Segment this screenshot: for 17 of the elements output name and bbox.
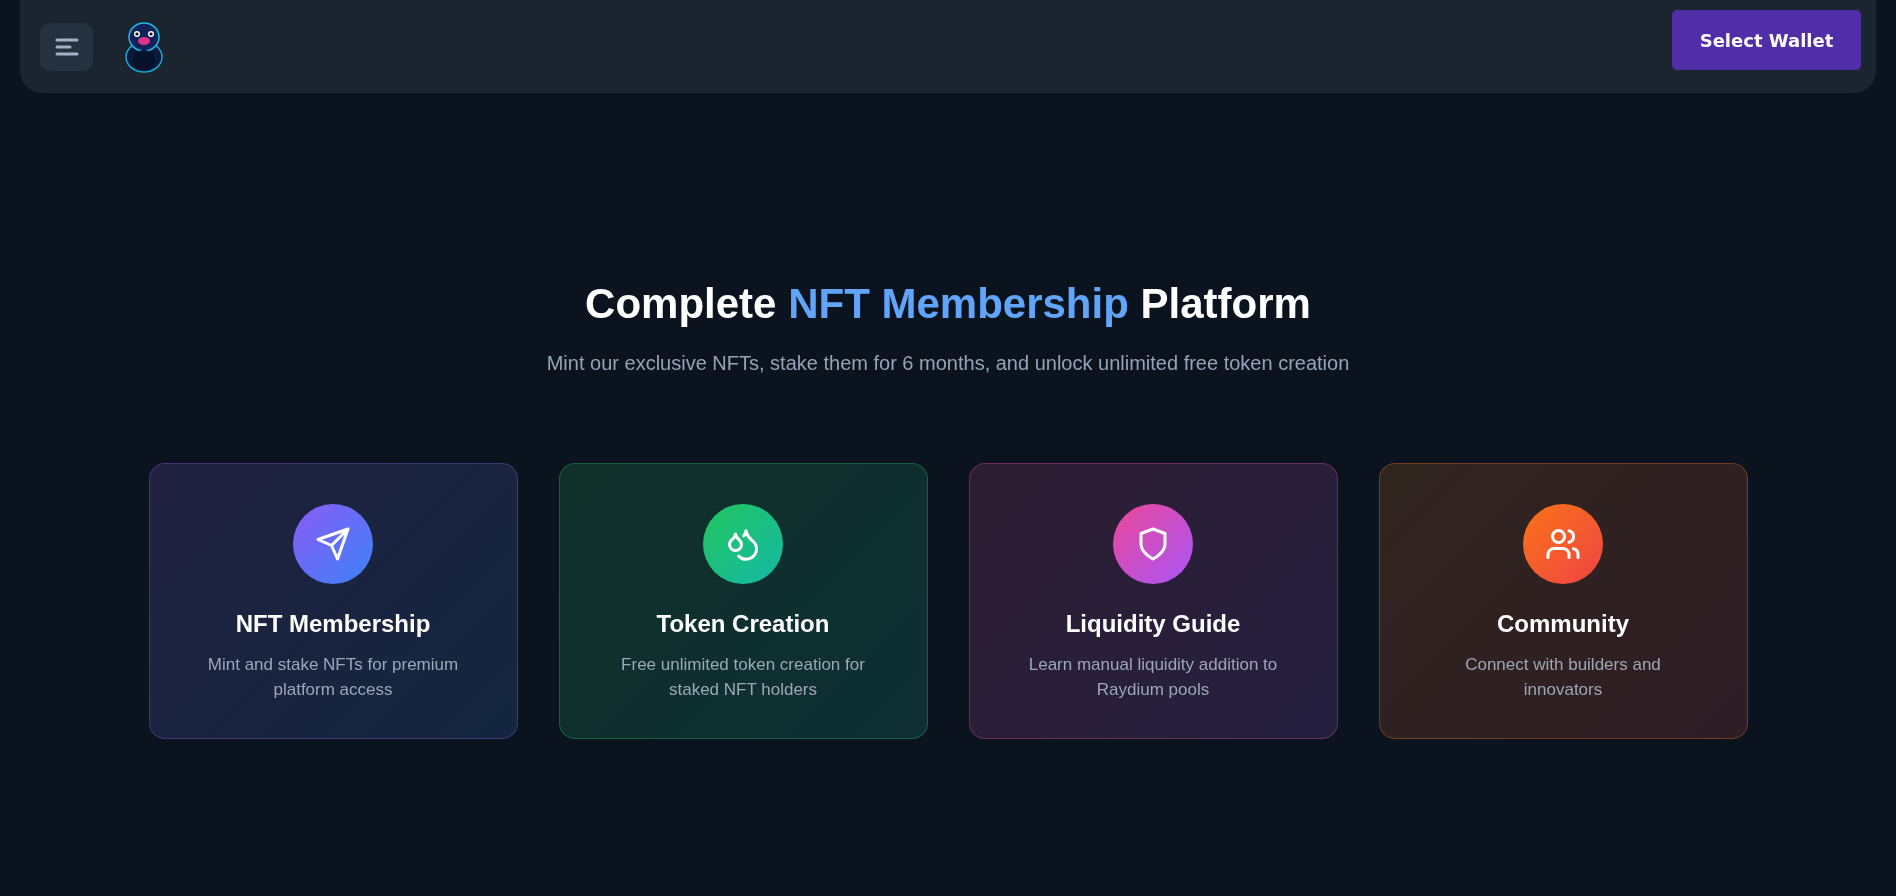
card-title: Community [1497, 610, 1629, 638]
menu-icon [54, 37, 79, 56]
select-wallet-button[interactable]: Select Wallet [1672, 10, 1861, 70]
hero-subtitle: Mint our exclusive NFTs, stake them for 6 months, and unlock unlimited free token creation [546, 352, 1350, 375]
card-title: Liquidity Guide [1065, 610, 1241, 638]
card-description: Learn manual liquidity addition to Raydium pools [1027, 654, 1279, 701]
menu-button[interactable] [40, 22, 93, 71]
card-description: Free unlimited token creation for staked NFT holders [620, 654, 866, 701]
droplets-icon [725, 526, 761, 562]
card-title: Token Creation [656, 610, 830, 638]
paper-plane-icon [315, 526, 351, 562]
hero-title: Complete NFT Membership Platform [585, 279, 1311, 329]
card-description: Mint and stake NFTs for premium platform access [206, 654, 460, 701]
card-description: Connect with builders and innovators [1464, 654, 1662, 701]
bird-mascot-logo[interactable] [123, 20, 165, 73]
people-icon [1545, 526, 1581, 562]
card-title: NFT Membership [235, 610, 431, 638]
